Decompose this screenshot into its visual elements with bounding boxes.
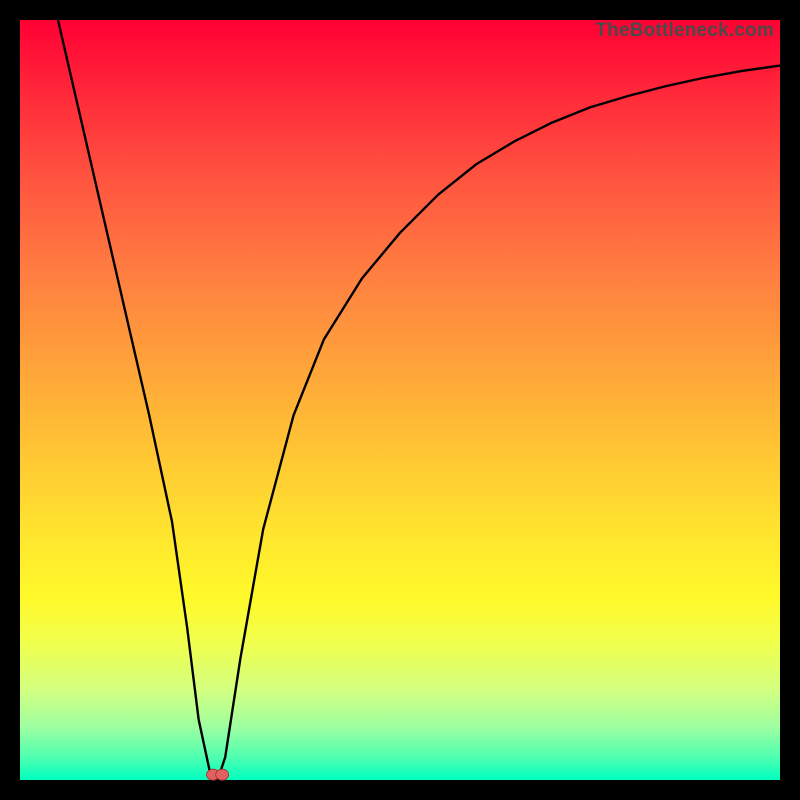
- bottleneck-curve: [58, 20, 780, 780]
- optimal-point-b: [216, 769, 229, 780]
- marker-group: [207, 769, 229, 780]
- plot-area: TheBottleneck.com: [20, 20, 780, 780]
- chart-frame: TheBottleneck.com: [0, 0, 800, 800]
- curve-layer: [20, 20, 780, 780]
